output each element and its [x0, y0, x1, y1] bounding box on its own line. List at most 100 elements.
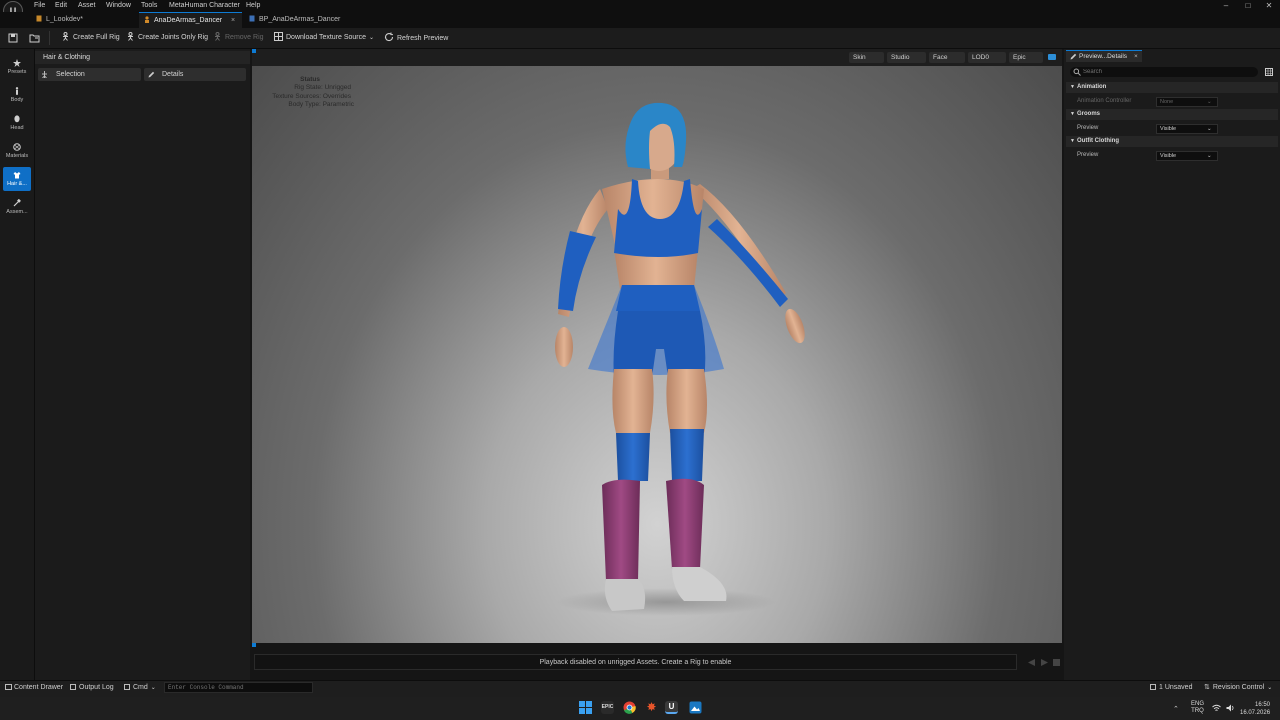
pencil-icon [148, 71, 155, 78]
quality-label: Epic [1013, 54, 1026, 61]
lod-label: LOD0 [972, 54, 989, 61]
chevron-down-icon: ⌄ [150, 685, 156, 691]
wifi-icon[interactable] [1212, 704, 1221, 712]
level-icon [36, 15, 42, 22]
studio-dropdown[interactable]: Studio [887, 52, 926, 63]
camera-icon[interactable] [1048, 54, 1056, 60]
grid-view-icon[interactable] [1265, 68, 1273, 76]
remove-rig-icon [213, 32, 222, 41]
nav-assembly[interactable]: Assem... [3, 195, 31, 219]
category-outfit-clothing[interactable]: ▼ Outfit Clothing [1066, 136, 1278, 147]
body-icon [13, 87, 21, 95]
play-reverse-icon[interactable] [1028, 659, 1035, 666]
grooms-preview-label: Preview [1077, 125, 1099, 131]
materials-icon [13, 143, 21, 151]
browse-content-icon[interactable] [29, 33, 40, 43]
grooms-preview-dropdown[interactable]: Visible ⌄ [1156, 124, 1218, 134]
playback-message: Playback disabled on unrigged Assets. Cr… [254, 654, 1017, 670]
menu-help[interactable]: Help [246, 1, 260, 11]
minimize-icon[interactable]: – [1218, 1, 1234, 11]
lod-dropdown[interactable]: LOD0 [968, 52, 1006, 63]
clock[interactable]: 16:50 16.07.2026 [1240, 701, 1270, 717]
menu-asset[interactable]: Asset [78, 1, 96, 11]
content-drawer-label: Content Drawer [14, 684, 64, 691]
chevron-down-icon: ⌄ [1207, 126, 1212, 132]
nav-materials-label: Materials [5, 153, 29, 159]
create-joints-only-rig-label: Create Joints Only Rig [138, 34, 209, 41]
output-log-button[interactable]: Output Log [70, 682, 114, 694]
refresh-preview-label: Refresh Preview [397, 35, 449, 42]
nav-head[interactable]: Head [3, 111, 31, 135]
terminal-icon [124, 684, 130, 690]
tab-close-icon[interactable]: × [231, 13, 235, 29]
revision-control-button[interactable]: ⇅ Revision Control ⌄ [1204, 682, 1272, 694]
chevron-down-icon: ▼ [1070, 111, 1075, 117]
nav-hair-clothing-label: Hair &... [7, 181, 27, 187]
assembly-icon [13, 199, 21, 207]
details-tab-close-icon[interactable]: × [1134, 51, 1138, 62]
tab-label: L_Lookdev* [46, 16, 83, 23]
3d-viewport[interactable] [252, 49, 1062, 643]
maximize-icon[interactable]: □ [1240, 1, 1256, 11]
nav-materials[interactable]: Materials [3, 139, 31, 163]
tab-label: BP_AnaDeArmas_Dancer [259, 16, 341, 23]
epic-games-launcher-icon[interactable]: EPIC [601, 701, 614, 714]
console-command-input[interactable] [164, 682, 313, 693]
menu-edit[interactable]: Edit [55, 1, 67, 11]
tab-anadearmas-dancer[interactable]: AnaDeArmas_Dancer × [139, 12, 242, 28]
menu-metahuman-character[interactable]: MetaHuman Character [169, 1, 240, 11]
volume-icon[interactable] [1226, 704, 1235, 712]
play-icon[interactable] [1041, 659, 1048, 666]
nav-hair-clothing[interactable]: Hair &... [3, 167, 31, 191]
quality-dropdown[interactable]: Epic [1009, 52, 1043, 63]
nav-body[interactable]: Body [3, 83, 31, 107]
menu-file[interactable]: File [34, 1, 45, 11]
unsaved-button[interactable]: 1 Unsaved [1150, 682, 1192, 694]
menu-window[interactable]: Window [106, 1, 131, 11]
content-drawer-button[interactable]: Content Drawer [5, 682, 63, 694]
menu-tools[interactable]: Tools [141, 1, 157, 11]
search-icon [1073, 68, 1081, 76]
chevron-down-icon: ⌄ [1207, 153, 1212, 159]
category-animation[interactable]: ▼ Animation [1066, 82, 1278, 93]
chevron-down-icon: ⌄ [369, 35, 375, 41]
animation-controller-dropdown[interactable]: None ⌄ [1156, 97, 1218, 107]
face-dropdown[interactable]: Face [929, 52, 965, 63]
selection-button[interactable]: Selection [38, 68, 141, 81]
remove-rig-button[interactable]: Remove Rig [213, 32, 264, 44]
close-window-icon[interactable]: ✕ [1261, 1, 1277, 11]
stop-icon[interactable] [1053, 659, 1060, 666]
body-type-text: Body Type: Parametric [288, 101, 354, 108]
nav-assembly-label: Assem... [6, 209, 28, 215]
creative-app-icon[interactable]: ✸ [645, 701, 658, 714]
outfit-preview-dropdown[interactable]: Visible ⌄ [1156, 151, 1218, 161]
photos-icon[interactable] [689, 701, 702, 714]
rig-icon [61, 32, 70, 41]
tab-label: AnaDeArmas_Dancer [154, 17, 223, 24]
tray-chevron-icon[interactable]: ⌃ [1173, 705, 1179, 713]
skin-dropdown[interactable]: Skin [849, 52, 884, 63]
unreal-engine-taskbar-icon[interactable]: U [665, 701, 678, 714]
language-indicator[interactable]: ENG TRQ [1191, 701, 1204, 715]
output-log-label: Output Log [79, 684, 114, 691]
tab-lookdev[interactable]: L_Lookdev* [30, 12, 138, 28]
texture-sources-text: Texture Sources: Overrides [272, 93, 351, 100]
panel-title: Hair & Clothing [43, 54, 91, 61]
nav-presets[interactable]: Presets [3, 55, 31, 79]
chrome-icon[interactable] [623, 701, 636, 714]
details-button[interactable]: Details [144, 68, 246, 81]
create-full-rig-button[interactable]: Create Full Rig [61, 32, 120, 44]
nav-body-label: Body [10, 97, 24, 103]
refresh-preview-button[interactable]: Refresh Preview [384, 32, 448, 44]
create-joints-only-rig-button[interactable]: Create Joints Only Rig [126, 32, 208, 44]
tab-bp-anadearmas-dancer[interactable]: BP_AnaDeArmas_Dancer [245, 12, 355, 28]
details-tab[interactable]: Preview...Details × [1066, 50, 1142, 62]
windows-start-icon[interactable] [579, 701, 592, 714]
save-icon[interactable] [8, 33, 18, 43]
download-texture-source-button[interactable]: Download Texture Source ⌄ [274, 32, 374, 44]
category-grooms[interactable]: ▼ Grooms [1066, 109, 1278, 120]
cmd-dropdown[interactable]: Cmd ⌄ [124, 682, 156, 694]
details-search-input[interactable] [1070, 67, 1258, 77]
clock-time: 16:50 [1254, 702, 1270, 708]
category-outfit-clothing-label: Outfit Clothing [1077, 138, 1119, 144]
